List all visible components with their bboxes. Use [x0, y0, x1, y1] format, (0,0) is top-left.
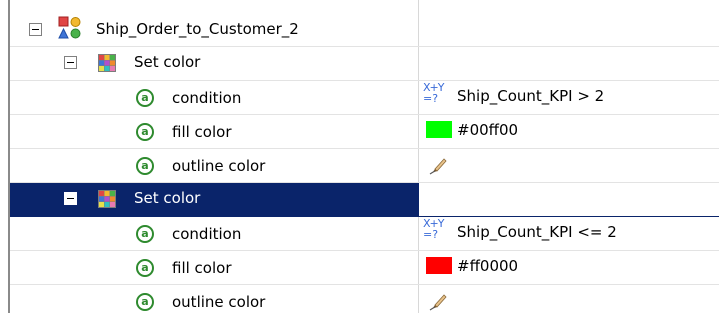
palette-icon: [98, 190, 116, 208]
tree-row-set-color-1[interactable]: Set color: [10, 47, 719, 81]
fill-color-value: #ff0000: [457, 257, 519, 275]
name-cell: a condition: [10, 217, 418, 250]
attribute-icon: a: [136, 259, 154, 277]
collapse-toggle[interactable]: [29, 23, 42, 36]
name-cell: Set color: [10, 183, 418, 216]
collapse-toggle[interactable]: [64, 192, 77, 205]
group-label: Set color: [134, 53, 201, 71]
condition-value: Ship_Count_KPI > 2: [457, 87, 605, 105]
pencil-brush-icon: [429, 294, 447, 311]
attribute-icon: a: [136, 123, 154, 141]
root-label: Ship_Order_to_Customer_2: [96, 20, 299, 38]
name-cell: a fill color: [10, 115, 418, 148]
property-name: fill color: [172, 259, 232, 277]
process-shapes-icon: [58, 16, 81, 39]
value-cell: [419, 183, 719, 216]
expression-icon: X+Y =?: [423, 81, 451, 105]
color-swatch: [426, 121, 452, 138]
property-name: fill color: [172, 123, 232, 141]
value-cell[interactable]: #00ff00: [419, 115, 719, 148]
value-cell[interactable]: X+Y =? Ship_Count_KPI > 2: [419, 81, 719, 114]
value-cell[interactable]: [419, 285, 719, 313]
color-swatch: [426, 257, 452, 274]
properties-tree: Ship_Order_to_Customer_2 Set color a con…: [0, 0, 719, 313]
tree-row-outline-color[interactable]: a outline color: [10, 149, 719, 183]
expression-icon: X+Y =?: [423, 217, 451, 241]
value-cell[interactable]: #ff0000: [419, 251, 719, 284]
expression-icon-bottom: =?: [423, 92, 439, 105]
value-cell[interactable]: [419, 149, 719, 182]
value-cell[interactable]: X+Y =? Ship_Count_KPI <= 2: [419, 217, 719, 250]
tree-row-condition[interactable]: a condition X+Y =? Ship_Count_KPI > 2: [10, 81, 719, 115]
name-cell: Ship_Order_to_Customer_2: [10, 13, 418, 46]
name-cell: a outline color: [10, 149, 418, 182]
group-label: Set color: [134, 189, 201, 207]
property-name: condition: [172, 89, 242, 107]
name-cell: a outline color: [10, 285, 418, 313]
tree-row-set-color-2[interactable]: Set color: [10, 183, 719, 217]
tree-row-condition[interactable]: a condition X+Y =? Ship_Count_KPI <= 2: [10, 217, 719, 251]
attribute-icon: a: [136, 293, 154, 311]
tree-row-fill-color[interactable]: a fill color #00ff00: [10, 115, 719, 149]
name-cell: Set color: [10, 47, 418, 80]
name-cell: a condition: [10, 81, 418, 114]
tree-row-outline-color[interactable]: a outline color: [10, 285, 719, 313]
collapse-toggle[interactable]: [64, 56, 77, 69]
name-cell: a fill color: [10, 251, 418, 284]
property-name: outline color: [172, 157, 266, 175]
expression-icon-bottom: =?: [423, 228, 439, 241]
pencil-brush-icon: [429, 158, 447, 175]
tree-row-root[interactable]: Ship_Order_to_Customer_2: [10, 13, 719, 47]
attribute-icon: a: [136, 157, 154, 175]
property-name: outline color: [172, 293, 266, 311]
value-cell: [419, 47, 719, 80]
value-cell: [419, 13, 719, 46]
attribute-icon: a: [136, 89, 154, 107]
attribute-icon: a: [136, 225, 154, 243]
fill-color-value: #00ff00: [457, 121, 519, 139]
palette-icon: [98, 54, 116, 72]
condition-value: Ship_Count_KPI <= 2: [457, 223, 617, 241]
tree-row-fill-color[interactable]: a fill color #ff0000: [10, 251, 719, 285]
property-name: condition: [172, 225, 242, 243]
